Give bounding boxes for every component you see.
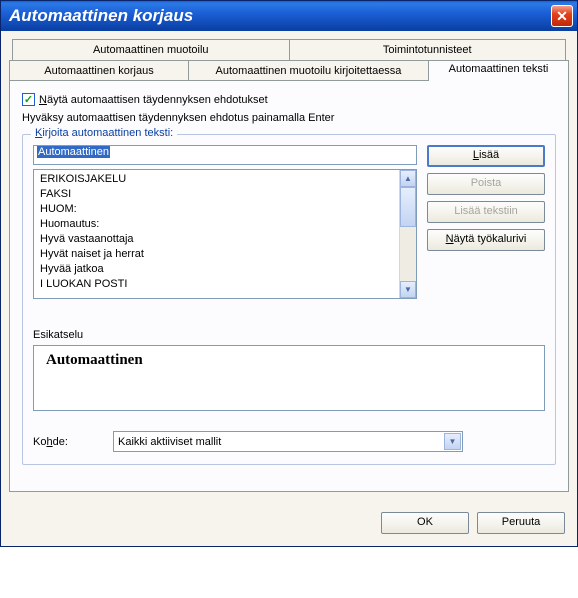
autotext-input-value: Automaattinen bbox=[37, 146, 110, 158]
autotext-listbox[interactable]: ERIKOISJAKELU FAKSI HUOM: Huomautus: Hyv… bbox=[33, 169, 417, 299]
target-row: Kohde: Kaikki aktiiviset mallit ▼ bbox=[33, 431, 545, 452]
chevron-down-icon: ▼ bbox=[449, 437, 457, 446]
preview-text: Automaattinen bbox=[46, 352, 143, 368]
add-button[interactable]: Lisää bbox=[427, 145, 545, 167]
show-suggestions-checkbox[interactable]: ✓ bbox=[22, 93, 35, 106]
show-suggestions-row: ✓ Näytä automaattisen täydennyksen ehdot… bbox=[22, 93, 556, 106]
dialog-body: Automaattinen muotoilu Toimintotunnistee… bbox=[1, 31, 577, 500]
title-bar[interactable]: Automaattinen korjaus ✕ bbox=[1, 1, 577, 31]
tab-row-top: Automaattinen muotoilu Toimintotunnistee… bbox=[12, 39, 566, 60]
list-item[interactable]: HUOM: bbox=[40, 202, 393, 217]
list-item[interactable]: Hyvä vastaanottaja bbox=[40, 232, 393, 247]
show-toolbar-button[interactable]: Näytä työkalurivi bbox=[427, 229, 545, 251]
chevron-up-icon: ▲ bbox=[404, 174, 412, 183]
list-items: ERIKOISJAKELU FAKSI HUOM: Huomautus: Hyv… bbox=[34, 170, 399, 298]
dialog-window: Automaattinen korjaus ✕ Automaattinen mu… bbox=[0, 0, 578, 547]
scroll-down-button[interactable]: ▼ bbox=[400, 281, 416, 298]
accept-hint: Hyväksy automaattisen täydennyksen ehdot… bbox=[22, 112, 556, 124]
close-button[interactable]: ✕ bbox=[551, 5, 573, 27]
tab-smarttags[interactable]: Toimintotunnisteet bbox=[290, 39, 567, 60]
preview-label: Esikatselu bbox=[33, 329, 545, 341]
tab-autotext[interactable]: Automaattinen teksti bbox=[429, 60, 569, 81]
list-item[interactable]: Hyvät naiset ja herrat bbox=[40, 247, 393, 262]
ok-button[interactable]: OK bbox=[381, 512, 469, 534]
tab-row-bottom: Automaattinen korjaus Automaattinen muot… bbox=[9, 60, 569, 81]
tab-pane-autotext: ✓ Näytä automaattisen täydennyksen ehdot… bbox=[9, 80, 569, 492]
insert-text-button: Lisää tekstiin bbox=[427, 201, 545, 223]
target-combo-dropdown[interactable]: ▼ bbox=[444, 433, 461, 450]
window-title: Automaattinen korjaus bbox=[9, 6, 193, 26]
delete-button: Poista bbox=[427, 173, 545, 195]
close-icon: ✕ bbox=[556, 8, 568, 25]
tab-autoformat[interactable]: Automaattinen muotoilu bbox=[12, 39, 290, 60]
tab-autoformat-typing[interactable]: Automaattinen muotoilu kirjoitettaessa bbox=[189, 60, 429, 81]
cancel-button[interactable]: Peruuta bbox=[477, 512, 565, 534]
scroll-track[interactable] bbox=[400, 187, 416, 281]
target-combo-value: Kaikki aktiiviset mallit bbox=[118, 436, 221, 448]
list-item[interactable]: I LUOKAN POSTI bbox=[40, 277, 393, 292]
scroll-thumb[interactable] bbox=[400, 187, 416, 227]
target-combo[interactable]: Kaikki aktiiviset mallit ▼ bbox=[113, 431, 463, 452]
tab-autocorrect[interactable]: Automaattinen korjaus bbox=[9, 60, 189, 81]
list-item[interactable]: Hyvää jatkoa bbox=[40, 262, 393, 277]
list-item[interactable]: FAKSI bbox=[40, 187, 393, 202]
autotext-input[interactable]: Automaattinen bbox=[33, 145, 417, 165]
list-item[interactable]: ERIKOISJAKELU bbox=[40, 172, 393, 187]
preview-box: Automaattinen bbox=[33, 345, 545, 411]
autotext-legend: Kirjoita automaattinen teksti: bbox=[31, 127, 177, 139]
dialog-footer: OK Peruuta bbox=[1, 500, 577, 546]
listbox-scrollbar[interactable]: ▲ ▼ bbox=[399, 170, 416, 298]
autotext-group: Kirjoita automaattinen teksti: Automaatt… bbox=[22, 134, 556, 465]
scroll-up-button[interactable]: ▲ bbox=[400, 170, 416, 187]
chevron-down-icon: ▼ bbox=[404, 285, 412, 294]
target-label: Kohde: bbox=[33, 436, 93, 448]
show-suggestions-label: Näytä automaattisen täydennyksen ehdotuk… bbox=[39, 94, 268, 106]
list-item[interactable]: Huomautus: bbox=[40, 217, 393, 232]
